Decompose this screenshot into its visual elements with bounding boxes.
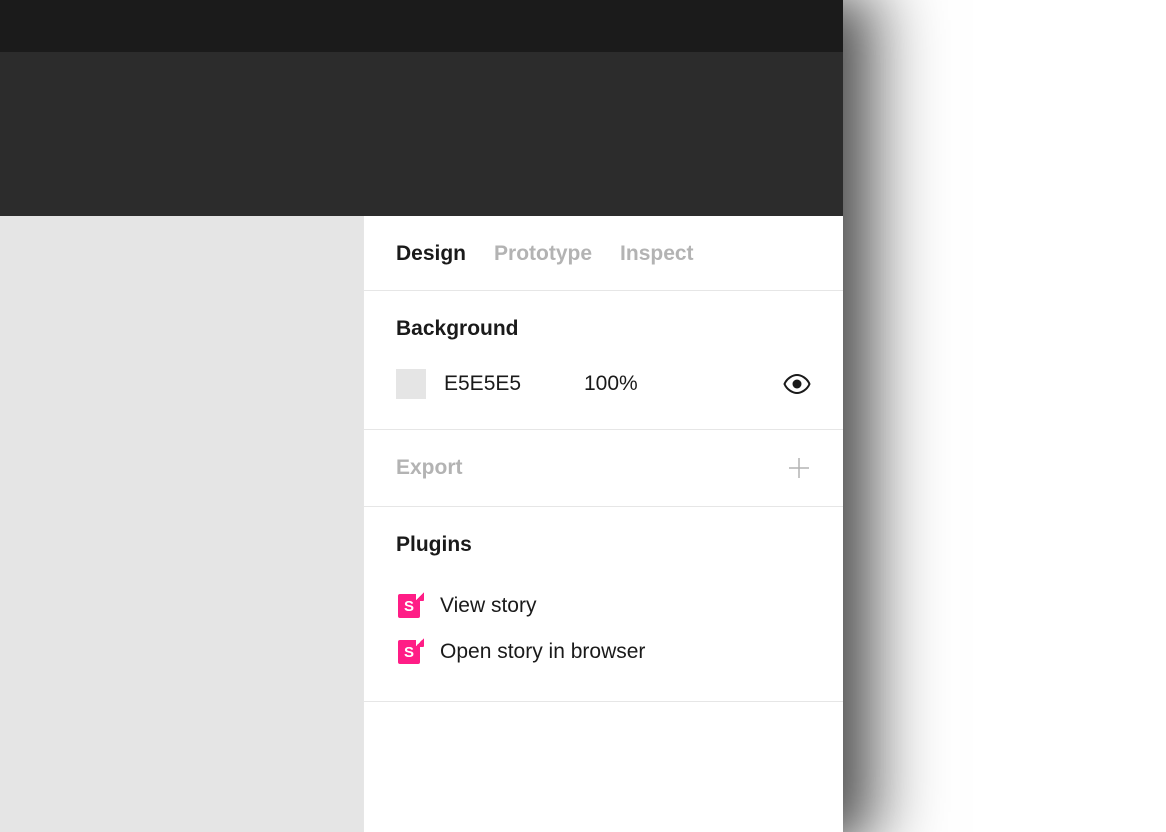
background-row: E5E5E5 100% — [396, 369, 811, 399]
panel-tabs: Design Prototype Inspect — [364, 216, 843, 291]
visibility-toggle-icon[interactable] — [783, 373, 811, 395]
export-label: Export — [396, 456, 463, 480]
storybook-icon: S — [396, 639, 422, 665]
canvas[interactable] — [0, 216, 363, 832]
plugins-section: Plugins S View story S Open story in bro… — [364, 507, 843, 702]
toolbar — [0, 52, 843, 216]
plugin-label: View story — [440, 594, 536, 618]
plugin-item-open-story-browser[interactable]: S Open story in browser — [396, 629, 811, 675]
add-export-icon[interactable] — [787, 456, 811, 480]
tab-design[interactable]: Design — [396, 242, 466, 266]
app-window: Design Prototype Inspect Background E5E5… — [0, 0, 843, 832]
content-area: Design Prototype Inspect Background E5E5… — [0, 216, 843, 832]
plugins-title: Plugins — [396, 533, 811, 557]
background-section: Background E5E5E5 100% — [364, 291, 843, 430]
titlebar — [0, 0, 843, 52]
properties-panel: Design Prototype Inspect Background E5E5… — [363, 216, 843, 832]
storybook-icon: S — [396, 593, 422, 619]
background-swatch[interactable] — [396, 369, 426, 399]
tab-inspect[interactable]: Inspect — [620, 242, 694, 266]
export-section[interactable]: Export — [364, 430, 843, 507]
tab-prototype[interactable]: Prototype — [494, 242, 592, 266]
plugin-label: Open story in browser — [440, 640, 645, 664]
background-hex-value[interactable]: E5E5E5 — [444, 372, 584, 396]
background-title: Background — [396, 317, 811, 341]
plugin-item-view-story[interactable]: S View story — [396, 583, 811, 629]
background-opacity-value[interactable]: 100% — [584, 372, 783, 396]
